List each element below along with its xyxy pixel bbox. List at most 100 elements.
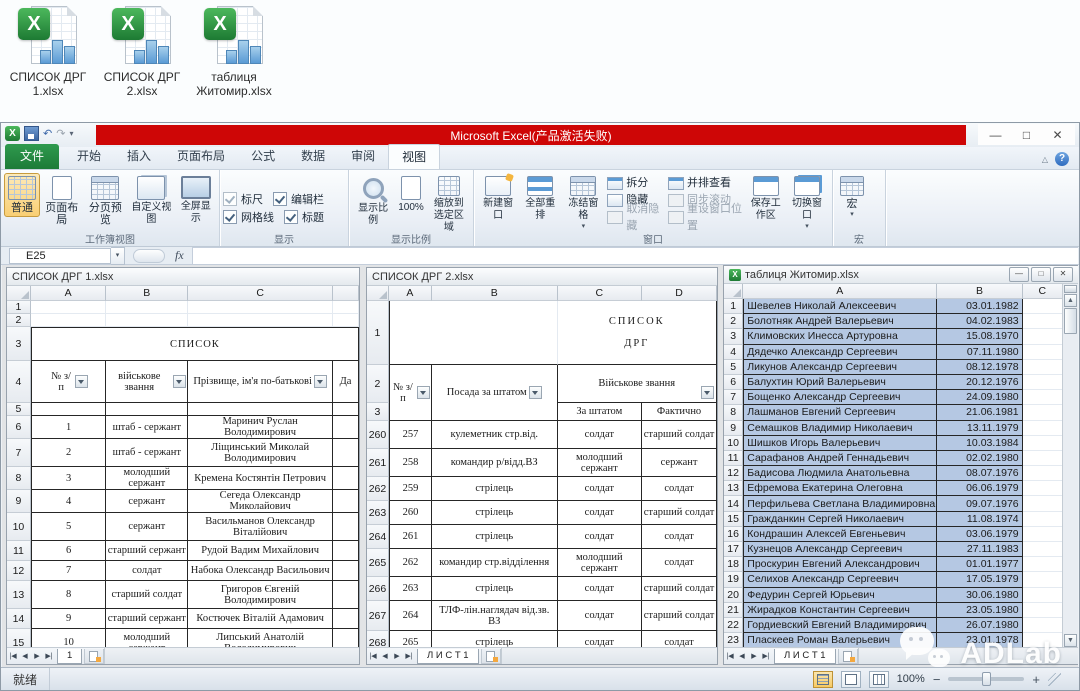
filter-dropdown-button[interactable]	[701, 386, 714, 399]
cell[interactable]: 07.11.1980	[937, 345, 1022, 360]
row-header[interactable]: 13	[724, 481, 743, 496]
desktop-icon[interactable]: XСПИСОК ДРГ 2.xlsx	[96, 6, 188, 98]
cell[interactable]	[1023, 481, 1063, 496]
cell[interactable]	[188, 403, 333, 416]
row-header[interactable]: 261	[367, 449, 389, 477]
cell[interactable]: 7	[31, 561, 107, 581]
cell[interactable]	[333, 541, 359, 561]
cell[interactable]	[1023, 603, 1063, 618]
cell[interactable]: Жирадков Константин Сергеевич	[743, 603, 937, 618]
filter-dropdown-button[interactable]	[75, 375, 88, 388]
horizontal-scrollbar[interactable]	[501, 648, 717, 664]
child-minimize-button[interactable]: —	[1009, 267, 1029, 282]
horizontal-scrollbar[interactable]	[104, 648, 359, 664]
cell[interactable]: 06.06.1979	[937, 481, 1022, 496]
cell[interactable]: штаб - сержант	[106, 416, 188, 439]
cell[interactable]: 6	[31, 541, 107, 561]
zoom-out-icon[interactable]: −	[933, 673, 941, 686]
cell[interactable]: 03.06.1979	[937, 527, 1022, 542]
row-header[interactable]: 267	[367, 601, 389, 631]
child-close-button[interactable]: ✕	[1053, 267, 1073, 282]
cell[interactable]: Набока Олександр Васильович	[188, 561, 333, 581]
cell[interactable]	[1023, 421, 1063, 436]
row-header[interactable]: 1	[367, 301, 389, 365]
cell[interactable]: Федурин Сергей Юрьевич	[743, 588, 937, 603]
cell[interactable]: 09.07.1976	[937, 496, 1022, 511]
cell[interactable]: солдат	[106, 561, 188, 581]
cell[interactable]: 20.12.1976	[937, 375, 1022, 390]
cell[interactable]: 08.07.1976	[937, 466, 1022, 481]
cell[interactable]: Маринич Руслан Володимирович	[188, 416, 333, 439]
row-header[interactable]: 18	[724, 557, 743, 572]
row-header[interactable]: 1	[7, 301, 31, 314]
cell[interactable]	[333, 301, 359, 314]
cell[interactable]	[333, 609, 359, 629]
maximize-button[interactable]: □	[1011, 125, 1042, 144]
cell[interactable]: Григоров Євгеній Володимирович	[188, 581, 333, 609]
cell[interactable]	[1023, 618, 1063, 633]
sheet-tab[interactable]: Л И С Т 1	[774, 649, 836, 664]
desktop-icon[interactable]: XСПИСОК ДРГ 1.xlsx	[2, 6, 94, 98]
cell[interactable]: 259	[389, 477, 432, 501]
full-screen-button[interactable]: 全屏显示	[176, 173, 216, 228]
sheet-nav-prev-icon[interactable]: ◀	[736, 652, 748, 660]
cell[interactable]: 30.06.1980	[937, 588, 1022, 603]
row-header[interactable]: 262	[367, 477, 389, 501]
ribbon-tab-插入[interactable]: 插入	[114, 144, 164, 169]
cell[interactable]: 261	[389, 525, 432, 549]
cell[interactable]	[1023, 588, 1063, 603]
cell[interactable]: солдат	[558, 525, 643, 549]
split-button[interactable]: 拆分	[607, 175, 664, 192]
row-header[interactable]: 7	[7, 439, 31, 467]
row-header[interactable]: 9	[724, 421, 743, 436]
name-box-dropdown-icon[interactable]: ▾	[111, 247, 125, 265]
filter-dropdown-button[interactable]	[314, 375, 327, 388]
cell[interactable]: Гордиевский Евгений Владимирович	[743, 618, 937, 633]
cell[interactable]	[333, 513, 359, 541]
ribbon-tab-视图[interactable]: 视图	[388, 144, 440, 169]
cell[interactable]: 27.11.1983	[937, 542, 1022, 557]
row-header[interactable]: 265	[367, 549, 389, 577]
sheet-nav-next-icon[interactable]: ▶	[748, 652, 760, 660]
cell[interactable]: 257	[389, 421, 432, 449]
column-header[interactable]: A	[743, 284, 937, 299]
cell[interactable]	[333, 416, 359, 439]
cell[interactable]: 258	[389, 449, 432, 477]
cell[interactable]	[333, 439, 359, 467]
cell[interactable]	[1023, 466, 1063, 481]
cell[interactable]	[333, 561, 359, 581]
row-header[interactable]: 22	[724, 618, 743, 633]
cell[interactable]: старший сержант	[106, 541, 188, 561]
cell[interactable]	[31, 314, 107, 327]
sheet-nav-first-icon[interactable]: |◀	[367, 652, 379, 660]
sheet-nav-prev-icon[interactable]: ◀	[19, 652, 31, 660]
cell[interactable]: 1	[31, 416, 107, 439]
cell[interactable]: 02.02.1980	[937, 451, 1022, 466]
sheet-nav-first-icon[interactable]: |◀	[7, 652, 19, 660]
table-header-cell[interactable]: Прізвище, ім'я по-батькові	[188, 361, 333, 403]
view-side-by-side-button[interactable]: 并排查看	[668, 175, 744, 192]
cell[interactable]: Балухтин Юрий Валерьевич	[743, 375, 937, 390]
formula-bar-checkbox[interactable]: 编辑栏	[273, 190, 324, 208]
row-header[interactable]: 17	[724, 542, 743, 557]
cell[interactable]	[106, 403, 188, 416]
cell[interactable]: 04.02.1983	[937, 314, 1022, 329]
cell[interactable]: Ликунов Александр Сергеевич	[743, 360, 937, 375]
cell[interactable]: Бощенко Александр Сергеевич	[743, 390, 937, 405]
table-header-cell[interactable]: Да	[333, 361, 359, 403]
table-header-cell[interactable]: № з/п	[31, 361, 107, 403]
child-window-title[interactable]: X таблиця Житомир.xlsx — □ ✕	[724, 266, 1078, 284]
cell[interactable]: 260	[389, 501, 432, 525]
scroll-up-button[interactable]: ▲	[1064, 294, 1077, 307]
cell[interactable]	[1023, 299, 1063, 314]
row-header[interactable]: 10	[724, 436, 743, 451]
table-header-cell[interactable]: За штатом	[558, 403, 643, 421]
resize-grip[interactable]	[1048, 673, 1061, 686]
cell[interactable]: 01.01.1977	[937, 557, 1022, 572]
column-header[interactable]: B	[432, 286, 558, 301]
cell[interactable]	[333, 467, 359, 490]
normal-view-toggle[interactable]	[813, 671, 833, 688]
cell[interactable]	[333, 490, 359, 513]
cell[interactable]	[106, 314, 188, 327]
cell[interactable]: 3	[31, 467, 107, 490]
